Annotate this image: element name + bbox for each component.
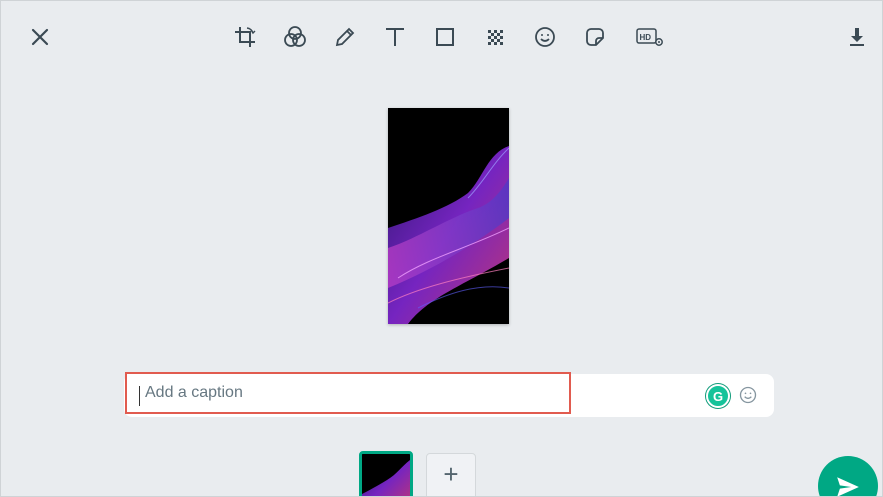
plus-icon: + [443,458,459,489]
send-icon [837,477,859,496]
hd-settings-icon: HD [636,28,663,46]
grammarly-icon[interactable]: G [706,384,730,408]
grammarly-letter: G [712,388,724,404]
close-icon [31,28,49,46]
crop-rotate-button[interactable] [231,23,259,51]
emoji-icon [535,27,555,47]
add-media-button[interactable]: + [426,453,476,496]
blur-icon [488,30,503,45]
download-icon [850,28,864,46]
caption-input[interactable] [125,372,571,414]
text-cursor [139,386,140,406]
image-preview [388,108,509,324]
rectangle-icon [436,28,454,46]
hd-quality-button[interactable]: HD [633,23,667,51]
crop-rotate-icon [235,27,256,47]
caption-bar: G [124,372,774,417]
filters-button[interactable] [281,23,309,51]
text-button[interactable] [381,23,409,51]
abstract-wave-image [388,108,509,324]
draw-button[interactable] [331,23,359,51]
send-button[interactable] [818,456,878,496]
media-editor: HD Add a caption G + [0,0,883,497]
sticker-icon [586,28,604,46]
sticker-button[interactable] [581,23,609,51]
download-button[interactable] [843,23,871,51]
caption-emoji-icon[interactable] [738,385,758,405]
emoji-button[interactable] [531,23,559,51]
blur-button[interactable] [481,23,509,51]
close-button[interactable] [26,23,54,51]
filters-icon [284,26,306,47]
pencil-icon [335,27,355,47]
svg-text:HD: HD [640,33,652,42]
shape-button[interactable] [431,23,459,51]
thumbnail-selected[interactable] [359,451,413,496]
text-icon [386,28,404,46]
thumbnail-image [362,454,410,496]
